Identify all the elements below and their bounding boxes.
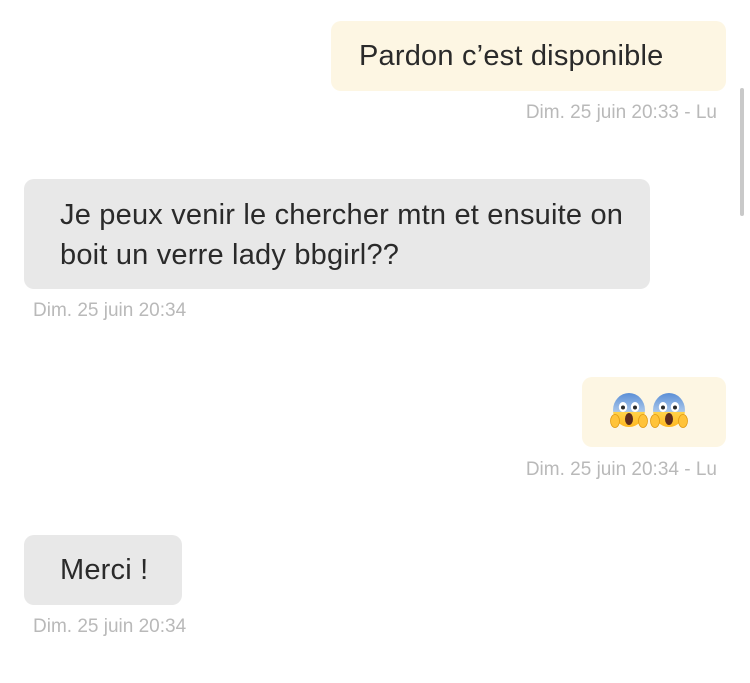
outgoing-message-bubble[interactable]: Pardon c’est disponible: [331, 21, 726, 91]
message-timestamp: Dim. 25 juin 20:34: [33, 300, 187, 321]
incoming-message-bubble[interactable]: Merci !: [24, 535, 182, 605]
incoming-message-bubble[interactable]: Je peux venir le chercher mtn et ensuite…: [24, 179, 650, 289]
outgoing-emoji-message-bubble[interactable]: [582, 377, 726, 447]
message-text: Merci !: [60, 554, 149, 586]
face-screaming-in-fear-icon: [650, 393, 688, 428]
message-timestamp-read: Dim. 25 juin 20:33 - Lu: [525, 102, 717, 123]
scrollbar[interactable]: [740, 88, 744, 216]
message-timestamp: Dim. 25 juin 20:34: [33, 616, 187, 637]
message-text: Je peux venir le chercher mtn et ensuite…: [60, 199, 624, 271]
message-thread[interactable]: Pardon c’est disponible Dim. 25 juin 20:…: [0, 0, 750, 683]
message-text: Pardon c’est disponible: [359, 40, 664, 72]
message-timestamp-read: Dim. 25 juin 20:34 - Lu: [525, 459, 717, 480]
emoji-message-content: [610, 391, 688, 431]
face-screaming-in-fear-icon: [610, 393, 648, 428]
